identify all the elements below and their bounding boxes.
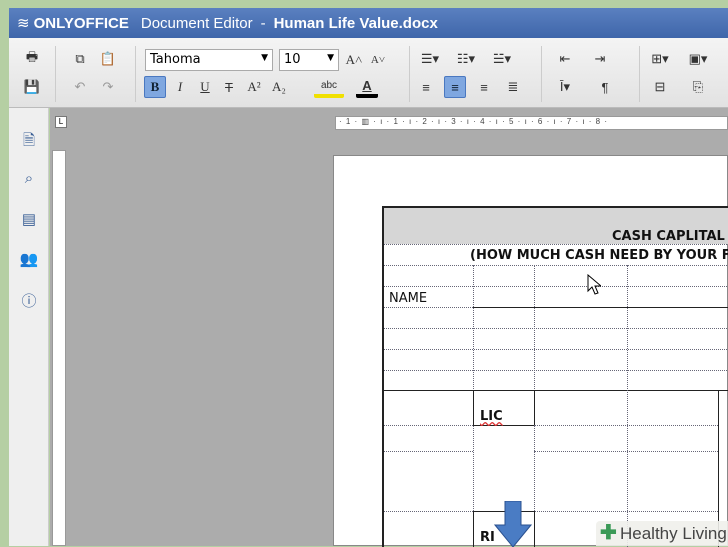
font-name-select[interactable]: Tahoma ▼	[145, 49, 273, 71]
line-spacing-icon[interactable]: Ī▾	[554, 76, 576, 98]
lic-label: LIC	[480, 409, 503, 424]
strikethrough-button[interactable]: T	[218, 76, 240, 98]
table-icon[interactable]: ⊞▾	[649, 48, 671, 70]
bullet-list-icon[interactable]: ☰▾	[419, 48, 441, 70]
watermark-text: Healthy Living	[620, 524, 727, 543]
title-separator: -	[260, 14, 266, 32]
comments-icon[interactable]: ▤	[19, 210, 39, 230]
paste-icon[interactable]: 📋	[97, 48, 119, 70]
document-icon[interactable]: 🗎	[19, 130, 39, 150]
table-subtitle: (HOW MUCH CASH NEED BY YOUR F	[470, 248, 728, 263]
vertical-ruler[interactable]	[52, 150, 66, 546]
toolbar: 🖶 💾 ⧉ 📋 ↶ ↷ Tahoma ▼ 10 ▼ A˄ A˅ B I U T A²…	[9, 38, 728, 108]
module-name: Document Editor	[140, 14, 253, 32]
align-center-icon[interactable]: ≡	[444, 76, 466, 98]
paragraph-marks-button[interactable]: ¶	[594, 76, 616, 98]
chevron-down-icon: ▼	[327, 53, 334, 63]
info-icon[interactable]: ⓘ	[19, 290, 39, 310]
plus-leaf-icon: ✚	[600, 522, 617, 544]
left-sidebar: 🗎 ⌕ ▤ 👥 ⓘ	[9, 108, 49, 546]
search-icon[interactable]: ⌕	[19, 170, 39, 190]
arrow-down-icon	[494, 501, 532, 547]
app-name: ONLYOFFICE	[33, 14, 129, 32]
highlight-button[interactable]: abc	[314, 76, 344, 98]
title-bar: ≋ ONLYOFFICE Document Editor - Human Lif…	[9, 8, 728, 38]
image-icon[interactable]: ▣▾	[687, 48, 709, 70]
increase-font-button[interactable]: A˄	[343, 49, 365, 71]
tab-selector[interactable]: L	[55, 116, 67, 128]
font-color-button[interactable]: A	[356, 76, 378, 98]
font-size-select[interactable]: 10 ▼	[279, 49, 339, 71]
increase-indent-icon[interactable]: ⇥	[589, 48, 611, 70]
numbered-list-icon[interactable]: ☷▾	[455, 48, 477, 70]
font-name-value: Tahoma	[150, 52, 201, 67]
print-icon[interactable]: 🖶	[21, 48, 43, 70]
font-size-value: 10	[284, 52, 301, 67]
bold-button[interactable]: B	[144, 76, 166, 98]
undo-icon[interactable]: ↶	[69, 76, 91, 98]
chat-icon[interactable]: 👥	[19, 250, 39, 270]
justify-icon[interactable]: ≣	[502, 76, 524, 98]
document-title: Human Life Value.docx	[273, 14, 438, 32]
page-break-icon[interactable]: ⊟	[649, 76, 671, 98]
underline-button[interactable]: U	[194, 76, 216, 98]
chevron-down-icon: ▼	[261, 53, 268, 63]
copy-icon[interactable]: ⧉	[69, 48, 91, 70]
onlyoffice-logo-icon: ≋	[17, 15, 30, 32]
name-label: NAME	[389, 291, 428, 306]
align-left-icon[interactable]: ≡	[415, 76, 437, 98]
italic-button[interactable]: I	[169, 76, 191, 98]
decrease-indent-icon[interactable]: ⇤	[554, 48, 576, 70]
ri-label: RI	[480, 530, 495, 545]
subscript-button[interactable]: A₂	[268, 76, 290, 98]
align-right-icon[interactable]: ≡	[473, 76, 495, 98]
horizontal-ruler[interactable]: · 1 · ▥ · ı · 1 · ı · 2 · ı · 3 · ı · 4 …	[335, 116, 728, 130]
document-page[interactable]: CASH CAPLITAL (HOW MUCH CASH NEED BY YOU…	[333, 155, 728, 547]
save-icon[interactable]: 💾	[21, 76, 43, 98]
mouse-cursor-icon	[587, 274, 601, 295]
multilevel-list-icon[interactable]: ☱▾	[491, 48, 513, 70]
superscript-button[interactable]: A²	[243, 76, 265, 98]
insert-object-icon[interactable]: ⎘	[687, 76, 709, 98]
watermark: ✚ Healthy Living	[596, 521, 728, 546]
redo-icon[interactable]: ↷	[97, 76, 119, 98]
table-title: CASH CAPLITAL	[612, 229, 725, 244]
decrease-font-button[interactable]: A˅	[367, 49, 389, 71]
